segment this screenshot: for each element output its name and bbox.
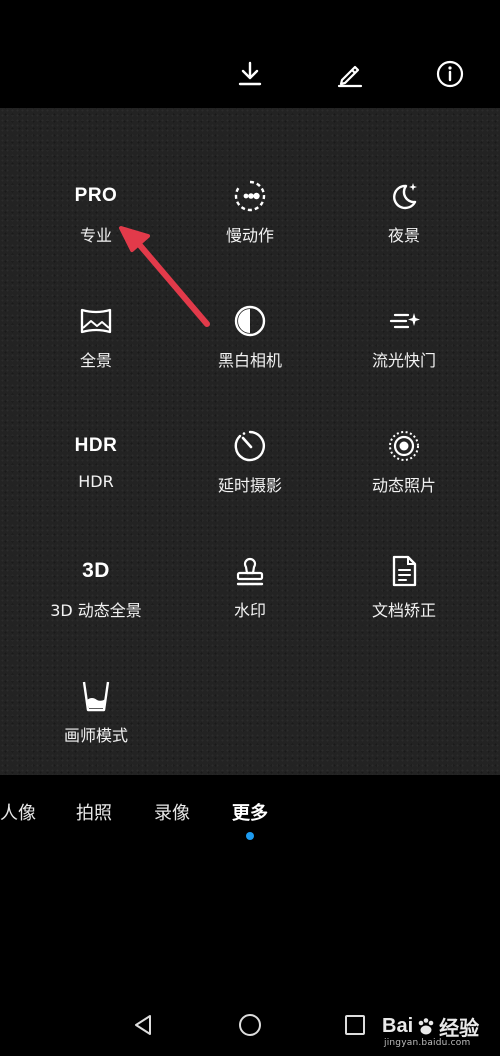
- mode-label: 黑白相机: [217, 351, 282, 370]
- tab-video[interactable]: 录像: [154, 799, 190, 825]
- mode-tabs: 人像 拍照 录像 更多: [0, 775, 500, 840]
- mode-label: 延时摄影: [217, 476, 282, 495]
- artist-cup-icon: [76, 676, 116, 716]
- back-icon: [135, 1015, 151, 1035]
- mode-light-painting[interactable]: 流光快门: [334, 293, 474, 403]
- info-button[interactable]: [432, 56, 468, 92]
- hdr-icon: HDR: [74, 435, 118, 456]
- info-icon: [436, 60, 464, 88]
- tab-more[interactable]: 更多: [232, 799, 268, 825]
- document-icon: [384, 551, 424, 591]
- watermark-brand: Bai 经验: [382, 1015, 480, 1040]
- top-bar: [0, 0, 500, 108]
- mode-artist[interactable]: 画师模式: [26, 668, 166, 778]
- pro-icon: PRO: [74, 185, 118, 206]
- paw-icon: [418, 1017, 434, 1034]
- download-icon: [238, 61, 262, 86]
- mode-document[interactable]: 文档矫正: [334, 543, 474, 653]
- mode-label: 3D 动态全景: [50, 601, 142, 620]
- recents-button[interactable]: [340, 1010, 370, 1040]
- watermark-stamp-icon: [230, 551, 270, 591]
- night-icon: [384, 176, 424, 216]
- mode-slow-motion[interactable]: 慢动作: [180, 168, 320, 278]
- 3d-panorama-icon: 3D: [82, 559, 110, 582]
- download-button[interactable]: [232, 56, 268, 92]
- mode-label: 夜景: [387, 226, 420, 245]
- mode-pro[interactable]: PRO 专业: [26, 168, 166, 278]
- tab-photo[interactable]: 拍照: [76, 799, 112, 825]
- camera-modes-panel: PRO 专业 慢动作 夜景 全景 黑白相机 流光快门 HDR HDR 延时摄影 …: [0, 108, 500, 775]
- edit-icon: [337, 65, 363, 88]
- monochrome-icon: [230, 301, 270, 341]
- mode-night[interactable]: 夜景: [334, 168, 474, 278]
- mode-label: 画师模式: [63, 726, 128, 745]
- time-lapse-icon: [230, 426, 270, 466]
- mode-label: 流光快门: [371, 351, 436, 370]
- mode-label: HDR: [78, 472, 114, 491]
- mode-moving-picture[interactable]: 动态照片: [334, 418, 474, 528]
- mode-label: 水印: [233, 601, 266, 620]
- mode-label: 文档矫正: [371, 601, 436, 620]
- mode-label: 动态照片: [371, 476, 436, 495]
- home-button[interactable]: [235, 1010, 265, 1040]
- mode-monochrome[interactable]: 黑白相机: [180, 293, 320, 403]
- home-icon: [239, 1014, 261, 1036]
- recents-icon: [345, 1015, 365, 1035]
- watermark-url: jingyan.baidu.com: [384, 1038, 471, 1048]
- mode-label: 慢动作: [225, 226, 274, 245]
- panorama-icon: [76, 301, 116, 341]
- light-painting-icon: [384, 301, 424, 341]
- tab-portrait[interactable]: 人像: [0, 799, 36, 825]
- baidu-watermark: Bai 经验 jingyan.baidu.com: [382, 1000, 500, 1056]
- mode-panorama[interactable]: 全景: [26, 293, 166, 403]
- mode-hdr[interactable]: HDR HDR: [26, 418, 166, 528]
- active-tab-indicator: [246, 832, 254, 840]
- moving-picture-icon: [384, 426, 424, 466]
- mode-3d-panorama[interactable]: 3D 3D 动态全景: [26, 543, 166, 653]
- slow-motion-icon: [230, 176, 270, 216]
- mode-label: 全景: [79, 351, 112, 370]
- mode-time-lapse[interactable]: 延时摄影: [180, 418, 320, 528]
- back-button[interactable]: [128, 1010, 158, 1040]
- edit-button[interactable]: [332, 56, 368, 92]
- mode-watermark[interactable]: 水印: [180, 543, 320, 653]
- mode-label: 专业: [79, 226, 112, 245]
